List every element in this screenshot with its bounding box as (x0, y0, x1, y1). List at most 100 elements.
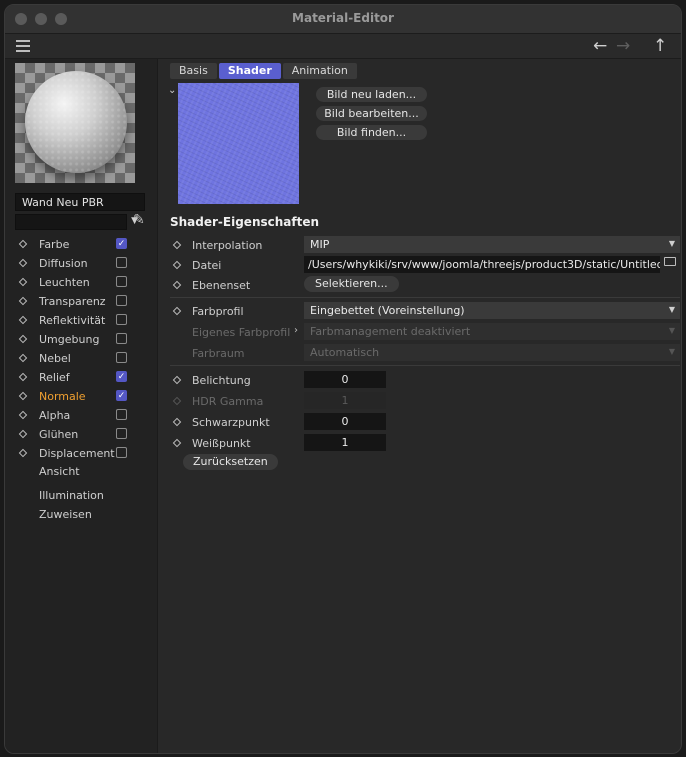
channel-checkbox[interactable] (116, 314, 127, 325)
material-editor-window: Material-Editor ← → ↑ Wand Neu PBR ▼ ✎ F… (4, 4, 682, 754)
keyframe-diamond-icon[interactable] (18, 429, 28, 439)
edit-image-button[interactable]: Bild bearbeiten... (316, 106, 427, 121)
prop-label: Ebenenset (192, 279, 251, 292)
prop-farbprofil: Farbprofil Eingebettet (Voreinstellung) ▼ (170, 302, 680, 320)
channel-item-nebel[interactable]: Nebel (5, 349, 155, 368)
channel-checkbox[interactable] (116, 333, 127, 344)
channel-checkbox[interactable] (116, 257, 127, 268)
channel-checkbox[interactable]: ✓ (116, 390, 127, 401)
chevron-down-icon: ▼ (668, 326, 675, 335)
tab-basis[interactable]: Basis (170, 63, 217, 79)
keyframe-diamond-icon[interactable] (18, 410, 28, 420)
channel-checkbox[interactable] (116, 295, 127, 306)
sidebar-item-ansicht[interactable]: Ansicht (39, 465, 80, 478)
keyframe-diamond-icon[interactable] (18, 277, 28, 287)
sidebar-item-zuweisen[interactable]: Zuweisen (39, 508, 92, 521)
tab-animation[interactable]: Animation (282, 63, 357, 79)
channel-item-alpha[interactable]: Alpha (5, 406, 155, 425)
keyframe-diamond-icon[interactable] (172, 280, 182, 290)
chevron-down-icon[interactable]: ⌄ (168, 85, 176, 96)
channel-item-farbe[interactable]: Farbe ✓ (5, 235, 155, 254)
divider (170, 297, 680, 298)
reload-image-button[interactable]: Bild neu laden... (316, 87, 427, 102)
keyframe-diamond-icon[interactable] (172, 438, 182, 448)
channel-label: Diffusion (39, 257, 88, 270)
channel-item-gluehen[interactable]: Glühen (5, 425, 155, 444)
channel-checkbox[interactable] (116, 447, 127, 458)
channel-checkbox[interactable] (116, 352, 127, 363)
channel-checkbox[interactable]: ✓ (116, 238, 127, 249)
custom-color-profile-dropdown[interactable]: Farbmanagement deaktiviert ▼ (304, 323, 680, 340)
keyframe-diamond-icon[interactable] (18, 239, 28, 249)
keyframe-diamond-icon (172, 396, 182, 406)
channel-checkbox[interactable] (116, 409, 127, 420)
keyframe-diamond-icon[interactable] (18, 296, 28, 306)
select-layerset-button[interactable]: Selektieren... (304, 276, 399, 292)
color-space-dropdown[interactable]: Automatisch ▼ (304, 344, 680, 361)
channel-item-leuchten[interactable]: Leuchten (5, 273, 155, 292)
channel-item-displacement[interactable]: Displacement (5, 444, 155, 463)
tab-shader[interactable]: Shader (218, 63, 281, 79)
prop-ebenenset: Ebenenset Selektieren... (170, 276, 680, 294)
channel-label: Relief (39, 371, 70, 384)
channel-checkbox[interactable] (116, 276, 127, 287)
keyframe-diamond-icon[interactable] (172, 417, 182, 427)
keyframe-diamond-icon[interactable] (18, 391, 28, 401)
material-name-field[interactable]: Wand Neu PBR (15, 193, 145, 211)
keyframe-diamond-icon[interactable] (18, 258, 28, 268)
color-profile-dropdown[interactable]: Eingebettet (Voreinstellung) ▼ (304, 302, 680, 319)
keyframe-diamond-icon[interactable] (18, 448, 28, 458)
find-image-button[interactable]: Bild finden... (316, 125, 427, 140)
channel-checkbox[interactable] (116, 428, 127, 439)
material-preview[interactable] (15, 63, 135, 183)
keyframe-diamond-icon[interactable] (18, 334, 28, 344)
reset-button[interactable]: Zurücksetzen (183, 454, 278, 470)
sidebar-item-illumination[interactable]: Illumination (39, 489, 104, 502)
channel-checkbox[interactable]: ✓ (116, 371, 127, 382)
prop-label: Datei (192, 259, 222, 272)
eyedropper-icon[interactable]: ✎ (133, 212, 145, 228)
keyframe-diamond-icon[interactable] (18, 315, 28, 325)
white-point-field[interactable]: 1 (304, 434, 386, 451)
back-arrow-icon[interactable]: ← (593, 36, 607, 56)
channel-item-diffusion[interactable]: Diffusion (5, 254, 155, 273)
channel-item-transparenz[interactable]: Transparenz (5, 292, 155, 311)
material-layer-select[interactable]: ▼ (15, 214, 138, 230)
channel-item-reflektivitaet[interactable]: Reflektivität (5, 311, 155, 330)
file-path-field[interactable]: /Users/whykiki/srv/www/joomla/threejs/pr… (304, 256, 660, 273)
prop-hdr-gamma: HDR Gamma 1 (170, 392, 680, 410)
channel-item-relief[interactable]: Relief ✓ (5, 368, 155, 387)
keyframe-diamond-icon[interactable] (172, 260, 182, 270)
keyframe-diamond-icon[interactable] (18, 372, 28, 382)
exposure-field[interactable]: 0 (304, 371, 386, 388)
prop-label: Farbraum (192, 347, 245, 360)
keyframe-diamond-icon[interactable] (172, 306, 182, 316)
interpolation-dropdown[interactable]: MIP ▼ (304, 236, 680, 253)
prop-label: Schwarzpunkt (192, 416, 270, 429)
up-arrow-icon[interactable]: ↑ (653, 36, 667, 56)
window-title: Material-Editor (292, 11, 394, 25)
chevron-right-icon[interactable]: › (294, 325, 298, 336)
prop-label: Weißpunkt (192, 437, 251, 450)
toolbar: ← → ↑ (5, 34, 681, 59)
channel-item-normale[interactable]: Normale ✓ (5, 387, 155, 406)
dropdown-value: MIP (310, 238, 330, 251)
forward-arrow-icon[interactable]: → (616, 36, 630, 56)
keyframe-diamond-icon[interactable] (172, 240, 182, 250)
prop-schwarzpunkt: Schwarzpunkt 0 (170, 413, 680, 431)
dropdown-value: Automatisch (310, 346, 380, 359)
prop-label: Farbprofil (192, 305, 244, 318)
black-point-field[interactable]: 0 (304, 413, 386, 430)
menu-icon[interactable] (16, 40, 30, 52)
channel-item-umgebung[interactable]: Umgebung (5, 330, 155, 349)
keyframe-diamond-icon[interactable] (172, 375, 182, 385)
channel-label: Nebel (39, 352, 71, 365)
prop-belichtung: Belichtung 0 (170, 371, 680, 389)
prop-label: Interpolation (192, 239, 263, 252)
keyframe-diamond-icon[interactable] (18, 353, 28, 363)
channel-label: Glühen (39, 428, 79, 441)
chevron-down-icon: ▼ (668, 305, 675, 314)
folder-icon[interactable] (664, 257, 676, 266)
texture-preview[interactable] (178, 83, 299, 204)
chevron-down-icon: ▼ (668, 347, 675, 356)
